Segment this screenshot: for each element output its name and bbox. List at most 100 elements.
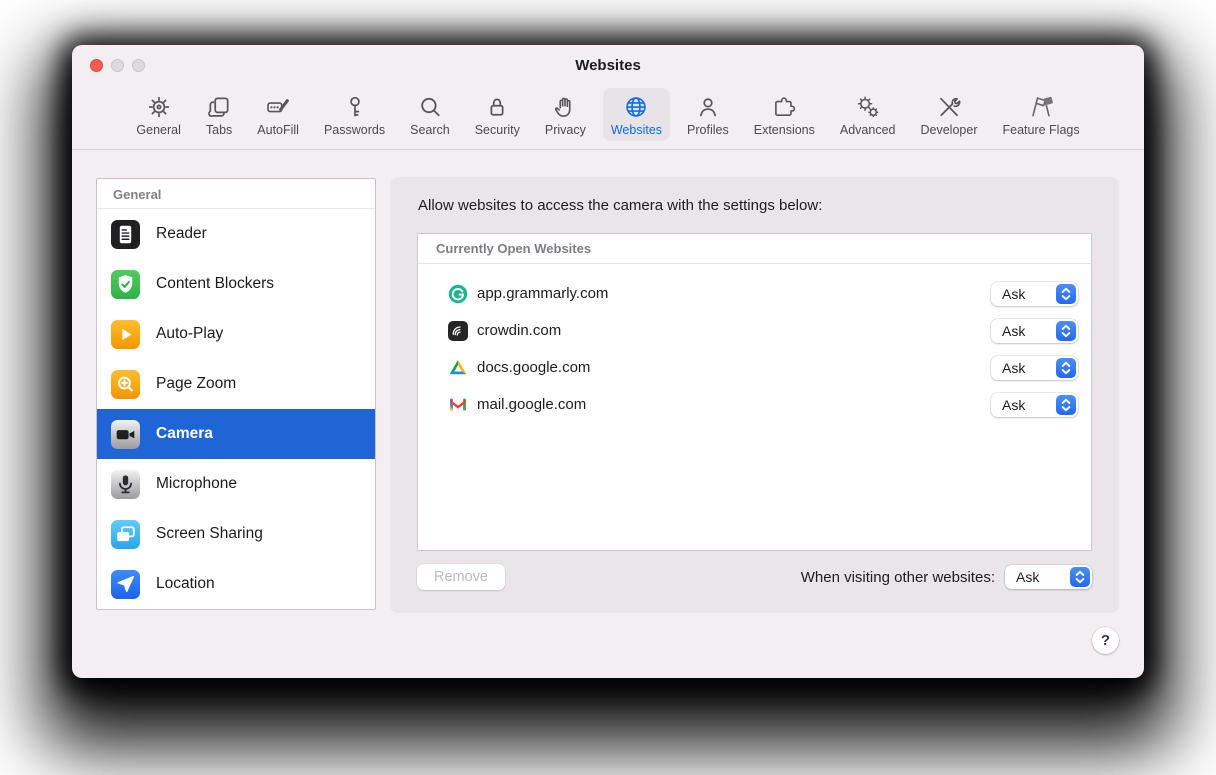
sidebar-item-reader[interactable]: Reader: [97, 209, 375, 259]
tab-label: Search: [410, 123, 450, 137]
permission-select[interactable]: Ask: [991, 356, 1078, 380]
tab-feature-flags[interactable]: Feature Flags: [994, 88, 1087, 141]
help-button[interactable]: ?: [1092, 627, 1119, 654]
sidebar-section-title: General: [97, 179, 375, 209]
table-row[interactable]: crowdin.com Ask: [418, 312, 1091, 349]
sidebar-item-microphone[interactable]: Microphone: [97, 459, 375, 509]
preferences-toolbar: General Tabs AutoFill Passwords Search: [72, 87, 1144, 150]
tab-autofill[interactable]: AutoFill: [249, 88, 307, 141]
select-value: Ask: [991, 360, 1025, 376]
table-row[interactable]: docs.google.com Ask: [418, 349, 1091, 386]
tab-advanced[interactable]: Advanced: [832, 88, 904, 141]
sidebar-item-label: Microphone: [156, 475, 237, 493]
person-icon: [695, 93, 721, 121]
puzzle-icon: [771, 93, 797, 121]
tab-label: Privacy: [545, 123, 586, 137]
sidebar-item-page-zoom[interactable]: Page Zoom: [97, 359, 375, 409]
flags-icon: [1028, 93, 1054, 121]
sidebar-item-location[interactable]: Location: [97, 559, 375, 609]
key-icon: [342, 93, 368, 121]
microphone-icon: [111, 470, 140, 499]
tab-label: Extensions: [754, 123, 815, 137]
reader-icon: [111, 220, 140, 249]
site-name: mail.google.com: [477, 396, 586, 413]
tools-icon: [936, 93, 962, 121]
tab-extensions[interactable]: Extensions: [746, 88, 823, 141]
titlebar: Websites: [72, 45, 1144, 87]
tab-websites[interactable]: Websites: [603, 88, 670, 141]
sidebar-item-content-blockers[interactable]: Content Blockers: [97, 259, 375, 309]
autofill-icon: [265, 93, 291, 121]
tab-label: Feature Flags: [1002, 123, 1079, 137]
sidebar-item-label: Camera: [156, 425, 213, 443]
screens-icon: [111, 520, 140, 549]
tab-label: Passwords: [324, 123, 385, 137]
gear-icon: [146, 93, 172, 121]
stepper-icon: [1056, 284, 1076, 304]
tab-security[interactable]: Security: [467, 88, 528, 141]
preferences-window: Websites General Tabs AutoFill Pass: [72, 45, 1144, 678]
site-name: crowdin.com: [477, 322, 561, 339]
tabs-icon: [206, 93, 232, 121]
globe-icon: [623, 93, 649, 121]
tab-label: Developer: [921, 123, 978, 137]
location-arrow-icon: [111, 570, 140, 599]
table-header: Currently Open Websites: [418, 234, 1091, 264]
sidebar-item-screen-sharing[interactable]: Screen Sharing: [97, 509, 375, 559]
gmail-favicon: [448, 395, 468, 415]
tab-label: Websites: [611, 123, 662, 137]
tab-privacy[interactable]: Privacy: [537, 88, 594, 141]
sidebar-item-label: Content Blockers: [156, 275, 274, 293]
websites-table: Currently Open Websites app.grammarly.co…: [417, 233, 1092, 551]
tab-label: Advanced: [840, 123, 896, 137]
hand-icon: [552, 93, 578, 121]
sidebar-item-label: Page Zoom: [156, 375, 236, 393]
sidebar-item-auto-play[interactable]: Auto-Play: [97, 309, 375, 359]
tab-general[interactable]: General: [128, 88, 188, 141]
tab-profiles[interactable]: Profiles: [679, 88, 737, 141]
sidebar-item-label: Auto-Play: [156, 325, 223, 343]
table-row[interactable]: app.grammarly.com Ask: [418, 275, 1091, 312]
select-value: Ask: [991, 323, 1025, 339]
video-camera-icon: [111, 420, 140, 449]
stepper-icon: [1056, 358, 1076, 378]
select-value: Ask: [1005, 569, 1039, 585]
other-websites-select[interactable]: Ask: [1005, 565, 1092, 589]
gears-icon: [855, 93, 881, 121]
play-icon: [111, 320, 140, 349]
permission-select[interactable]: Ask: [991, 319, 1078, 343]
tab-passwords[interactable]: Passwords: [316, 88, 393, 141]
select-value: Ask: [991, 397, 1025, 413]
permission-select[interactable]: Ask: [991, 282, 1078, 306]
site-name: docs.google.com: [477, 359, 590, 376]
stepper-icon: [1070, 567, 1090, 587]
permission-select[interactable]: Ask: [991, 393, 1078, 417]
table-row[interactable]: mail.google.com Ask: [418, 386, 1091, 423]
select-value: Ask: [991, 286, 1025, 302]
tab-label: Security: [475, 123, 520, 137]
tab-developer[interactable]: Developer: [913, 88, 986, 141]
other-websites-label: When visiting other websites:: [801, 569, 995, 586]
tab-label: Profiles: [687, 123, 729, 137]
stepper-icon: [1056, 395, 1076, 415]
remove-button[interactable]: Remove: [417, 564, 505, 590]
tab-search[interactable]: Search: [402, 88, 458, 141]
sidebar-item-camera[interactable]: Camera: [97, 409, 375, 459]
lock-icon: [484, 93, 510, 121]
sidebar-item-label: Screen Sharing: [156, 525, 263, 543]
sidebar-item-label: Reader: [156, 225, 207, 243]
tab-label: Tabs: [206, 123, 232, 137]
panel-heading: Allow websites to access the camera with…: [418, 197, 822, 214]
camera-settings-panel: Allow websites to access the camera with…: [390, 177, 1119, 613]
site-name: app.grammarly.com: [477, 285, 608, 302]
tab-tabs[interactable]: Tabs: [198, 88, 240, 141]
tab-label: General: [136, 123, 180, 137]
panel-controls: Remove When visiting other websites: Ask: [417, 564, 1092, 590]
tab-label: AutoFill: [257, 123, 299, 137]
grammarly-favicon: [448, 284, 468, 304]
shield-check-icon: [111, 270, 140, 299]
stepper-icon: [1056, 321, 1076, 341]
search-icon: [417, 93, 443, 121]
zoom-plus-icon: [111, 370, 140, 399]
sidebar-item-label: Location: [156, 575, 215, 593]
